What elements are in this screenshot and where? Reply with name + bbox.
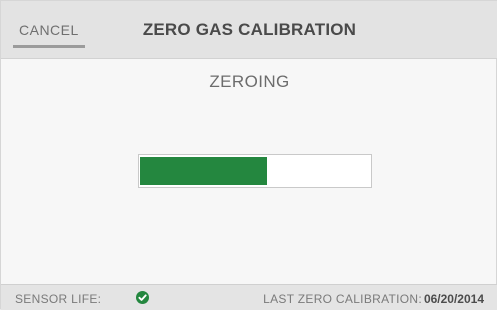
sensor-life-label: SENSOR LIFE: — [15, 292, 102, 306]
last-calibration-date: 06/20/2014 — [423, 292, 484, 306]
zeroing-status: ZEROING — [209, 72, 290, 91]
last-calibration-label: LAST ZERO CALIBRATION: — [263, 292, 422, 306]
check-circle-icon — [136, 291, 149, 304]
status-footer: SENSOR LIFE: LAST ZERO CALIBRATION: 06/2… — [1, 284, 497, 310]
header-bar: ZERO GAS CALIBRATION CANCEL — [1, 1, 497, 59]
zeroing-progress-bar — [138, 154, 372, 188]
progress-fill — [140, 157, 267, 185]
cancel-button[interactable]: CANCEL — [13, 18, 85, 48]
calibration-screen: ZERO GAS CALIBRATION CANCEL ZEROING SENS… — [0, 0, 497, 310]
